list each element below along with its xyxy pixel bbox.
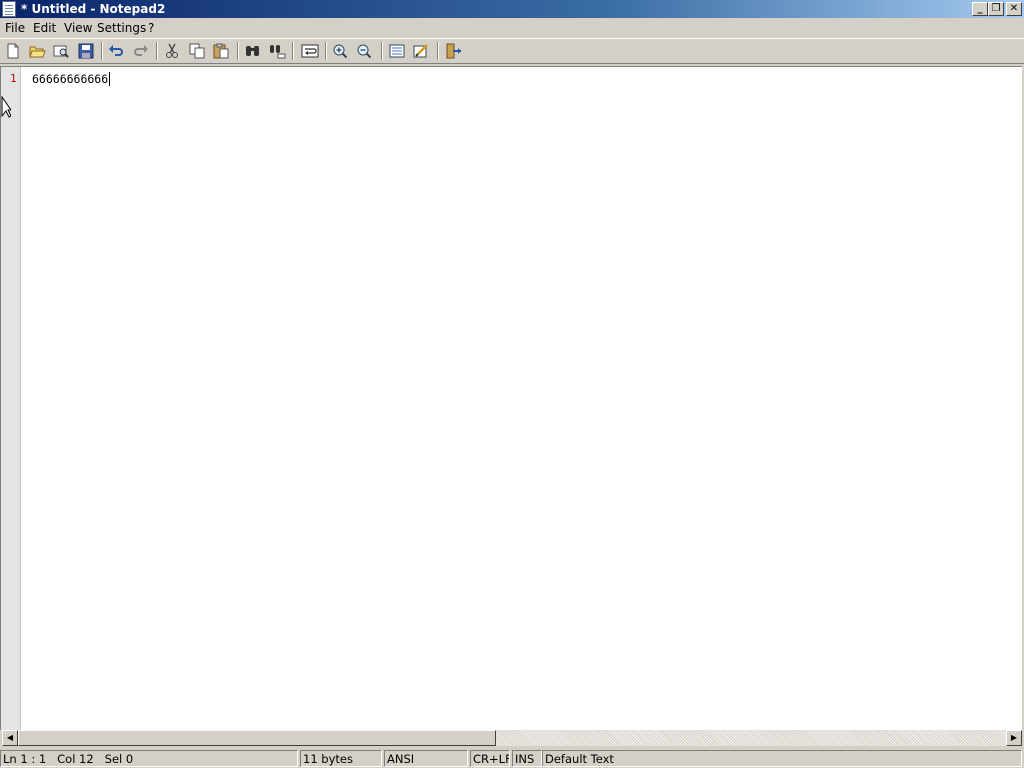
toolbar-separator <box>437 42 439 60</box>
cut-icon[interactable] <box>163 43 181 59</box>
toolbar-separator <box>381 42 383 60</box>
toolbar-separator <box>292 42 294 60</box>
customize-scheme-icon[interactable] <box>412 43 430 59</box>
title-bar[interactable]: * Untitled - Notepad2 _ ❐ ✕ <box>0 0 1024 18</box>
toolbar-separator <box>156 42 158 60</box>
toolbar-separator <box>101 42 103 60</box>
undo-icon[interactable] <box>107 43 125 59</box>
menu-settings[interactable]: Settings <box>97 21 146 35</box>
status-bar: Ln 1 : 1 Col 12 Sel 0 11 bytes ANSI CR+L… <box>0 749 1024 768</box>
horizontal-scrollbar[interactable]: ◀ ▶ <box>2 730 1022 746</box>
menu-file[interactable]: File <box>5 21 25 35</box>
close-button[interactable]: ✕ <box>1006 2 1022 16</box>
line-number-gutter: 1 <box>1 67 21 730</box>
new-icon[interactable] <box>4 43 22 59</box>
status-scheme[interactable]: Default Text <box>542 750 1022 767</box>
find-icon[interactable] <box>244 43 262 59</box>
browse-icon[interactable] <box>52 43 70 59</box>
line-text: 66666666666 <box>32 72 109 86</box>
status-insert-mode[interactable]: INS <box>512 750 542 767</box>
window-title: * Untitled - Notepad2 <box>21 2 166 16</box>
open-icon[interactable] <box>28 43 46 59</box>
status-encoding[interactable]: ANSI <box>384 750 468 767</box>
zoom-in-icon[interactable] <box>331 43 349 59</box>
editor-line[interactable]: 66666666666 <box>32 72 111 86</box>
menu-help[interactable]: ? <box>148 21 154 35</box>
scrollbar-thumb[interactable] <box>18 730 496 746</box>
mouse-cursor-icon <box>1 96 11 118</box>
notepad-app-icon[interactable] <box>2 1 16 17</box>
save-icon[interactable] <box>77 43 95 59</box>
status-position: Ln 1 : 1 Col 12 Sel 0 <box>0 750 298 767</box>
menu-edit[interactable]: Edit <box>33 21 56 35</box>
status-size: 11 bytes <box>300 750 382 767</box>
toolbar-separator <box>325 42 327 60</box>
paste-icon[interactable] <box>212 43 230 59</box>
minimize-button[interactable]: _ <box>972 2 988 16</box>
scroll-right-button[interactable]: ▶ <box>1006 730 1022 746</box>
toolbar-separator <box>237 42 239 60</box>
zoom-out-icon[interactable] <box>355 43 373 59</box>
status-line-endings[interactable]: CR+LF <box>470 750 510 767</box>
notepad2-window: * Untitled - Notepad2 _ ❐ ✕ File Edit Vi… <box>0 0 1024 768</box>
redo-icon[interactable] <box>132 43 150 59</box>
menu-view[interactable]: View <box>64 21 92 35</box>
toolbar <box>0 38 1024 64</box>
text-caret <box>109 72 111 86</box>
restore-button[interactable]: ❐ <box>988 2 1004 16</box>
scroll-left-button[interactable]: ◀ <box>2 730 18 746</box>
text-editor[interactable]: 1 66666666666 <box>0 66 1022 730</box>
menu-bar: File Edit View Settings ? <box>0 18 1024 37</box>
word-wrap-icon[interactable] <box>301 43 319 59</box>
copy-icon[interactable] <box>188 43 206 59</box>
replace-icon[interactable] <box>268 43 286 59</box>
exit-icon[interactable] <box>444 43 462 59</box>
select-scheme-icon[interactable] <box>388 43 406 59</box>
line-number: 1 <box>10 72 17 85</box>
